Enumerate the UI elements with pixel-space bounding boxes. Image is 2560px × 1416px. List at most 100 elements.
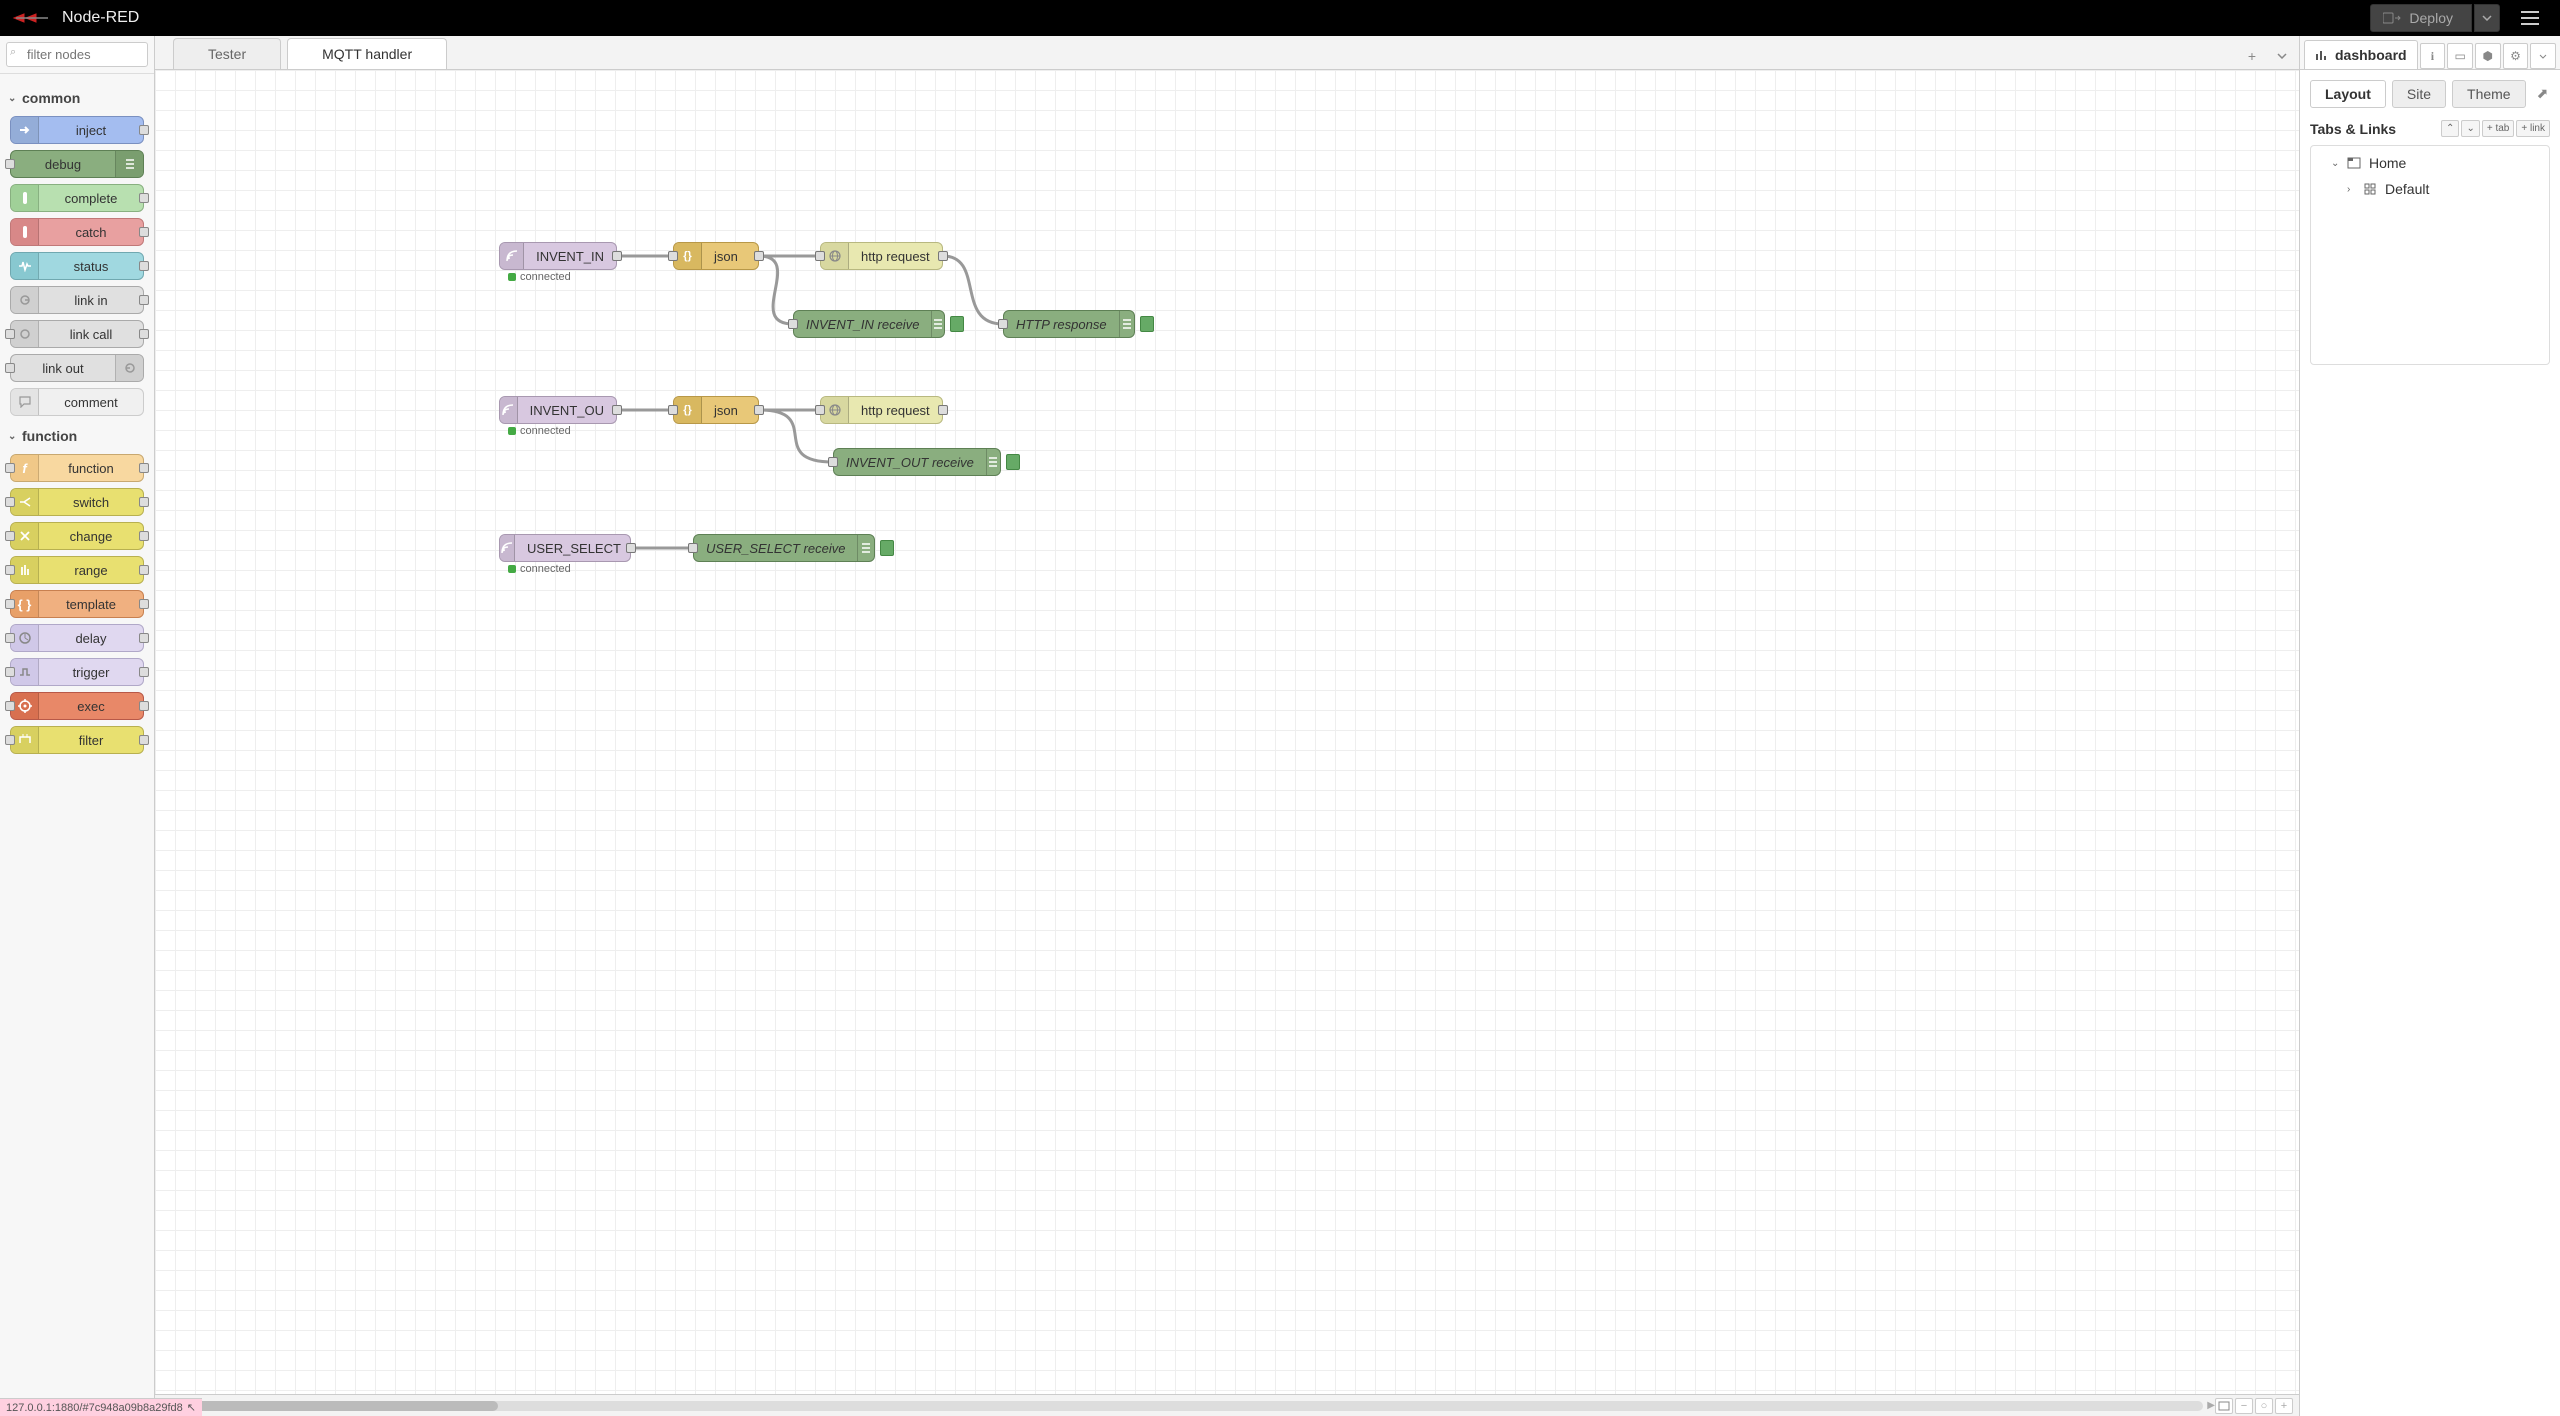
node-debug-invent-out-receive[interactable]: INVENT_OUT receive bbox=[833, 448, 1001, 476]
node-http-request-2[interactable]: http request bbox=[820, 396, 943, 424]
debug-icon bbox=[115, 151, 143, 177]
chevron-down-icon: ⌄ bbox=[2331, 158, 2345, 169]
sidebar-tab-dashboard[interactable]: dashboard bbox=[2304, 40, 2418, 69]
globe-icon bbox=[821, 243, 849, 269]
debug-toggle[interactable] bbox=[1006, 454, 1020, 470]
open-dashboard-button[interactable]: ⬈ bbox=[2532, 80, 2554, 108]
exec-icon bbox=[11, 693, 39, 719]
chevron-down-icon: ⌄ bbox=[2466, 123, 2474, 134]
dashboard-subtab-layout[interactable]: Layout bbox=[2310, 80, 2386, 108]
sidebar-dropdown-button[interactable] bbox=[2530, 43, 2556, 69]
palette-node-status[interactable]: status bbox=[10, 252, 144, 280]
chevron-down-icon bbox=[2482, 15, 2492, 21]
palette-node-function[interactable]: ffunction bbox=[10, 454, 144, 482]
palette-category-common[interactable]: ⌄ common bbox=[8, 86, 144, 110]
palette-node-debug[interactable]: debug bbox=[10, 150, 144, 178]
flow-canvas[interactable]: INVENT_IN connected {} json http request bbox=[155, 70, 2299, 1394]
delay-icon bbox=[11, 625, 39, 651]
mqtt-icon bbox=[500, 535, 515, 561]
debug-toggle[interactable] bbox=[950, 316, 964, 332]
template-icon: { } bbox=[11, 591, 39, 617]
mqtt-icon bbox=[500, 397, 518, 423]
palette-node-change[interactable]: change bbox=[10, 522, 144, 550]
filter-nodes-input[interactable] bbox=[6, 42, 148, 67]
plus-icon: + bbox=[2248, 48, 2256, 64]
catch-icon bbox=[11, 219, 39, 245]
palette-node-link-call[interactable]: link call bbox=[10, 320, 144, 348]
deploy-icon bbox=[2383, 11, 2401, 25]
collapse-all-button[interactable]: ⌃ bbox=[2441, 120, 2459, 137]
palette-node-delay[interactable]: delay bbox=[10, 624, 144, 652]
mqtt-icon bbox=[500, 243, 524, 269]
tab-tester[interactable]: Tester bbox=[173, 38, 281, 69]
workspace-tabs: Tester MQTT handler + bbox=[155, 36, 2299, 70]
scroll-right-icon[interactable]: ▶ bbox=[2207, 1400, 2215, 1411]
tree-item-home[interactable]: ⌄ Home bbox=[2311, 150, 2549, 176]
dashboard-subtab-theme[interactable]: Theme bbox=[2452, 80, 2526, 108]
debug-icon bbox=[986, 449, 1000, 475]
link-call-icon bbox=[11, 321, 39, 347]
palette-node-inject[interactable]: inject bbox=[10, 116, 144, 144]
popout-icon: ⬈ bbox=[2537, 85, 2549, 101]
menu-button[interactable] bbox=[2512, 0, 2548, 36]
cursor-icon: ↖ bbox=[187, 1401, 196, 1414]
sidebar-panel: dashboard i ▭ ⬢ ⚙ Layout Site Theme ⬈ Ta… bbox=[2300, 36, 2560, 1416]
palette-node-link-in[interactable]: link in bbox=[10, 286, 144, 314]
zoom-out-button[interactable]: − bbox=[2235, 1398, 2253, 1414]
palette-node-switch[interactable]: switch bbox=[10, 488, 144, 516]
tabs-menu-button[interactable] bbox=[2269, 43, 2295, 69]
node-json-1[interactable]: {} json bbox=[673, 242, 759, 270]
palette-node-catch[interactable]: catch bbox=[10, 218, 144, 246]
chevron-right-icon: › bbox=[2347, 184, 2361, 195]
debug-toggle[interactable] bbox=[880, 540, 894, 556]
palette-node-trigger[interactable]: trigger bbox=[10, 658, 144, 686]
hamburger-icon bbox=[2520, 10, 2540, 26]
sidebar-debug-button[interactable]: ⬢ bbox=[2475, 43, 2501, 69]
sidebar-help-button[interactable]: ▭ bbox=[2447, 43, 2473, 69]
deploy-dropdown[interactable] bbox=[2474, 4, 2500, 32]
switch-icon bbox=[11, 489, 39, 515]
zoom-reset-button[interactable]: ○ bbox=[2255, 1398, 2273, 1414]
json-icon: {} bbox=[674, 243, 702, 269]
expand-all-button[interactable]: ⌄ bbox=[2461, 120, 2479, 137]
node-json-2[interactable]: {} json bbox=[673, 396, 759, 424]
debug-icon bbox=[1119, 311, 1134, 337]
palette-node-link-out[interactable]: link out bbox=[10, 354, 144, 382]
logo-icon bbox=[12, 9, 52, 27]
palette-node-comment[interactable]: comment bbox=[10, 388, 144, 416]
palette-node-exec[interactable]: exec bbox=[10, 692, 144, 720]
add-tab-button[interactable]: + bbox=[2239, 43, 2265, 69]
node-debug-invent-in-receive[interactable]: INVENT_IN receive bbox=[793, 310, 945, 338]
navigator-button[interactable] bbox=[2215, 1398, 2233, 1414]
node-debug-http-response[interactable]: HTTP response bbox=[1003, 310, 1135, 338]
map-icon bbox=[2218, 1401, 2230, 1411]
debug-toggle[interactable] bbox=[1140, 316, 1154, 332]
node-debug-user-select-receive[interactable]: USER_SELECT receive bbox=[693, 534, 875, 562]
palette-node-template[interactable]: { }template bbox=[10, 590, 144, 618]
dashboard-subtab-site[interactable]: Site bbox=[2392, 80, 2446, 108]
zoom-in-button[interactable]: + bbox=[2275, 1398, 2293, 1414]
dashboard-tree: ⌄ Home › Default bbox=[2310, 145, 2550, 365]
tree-item-default[interactable]: › Default bbox=[2311, 176, 2549, 202]
palette-node-complete[interactable]: complete bbox=[10, 184, 144, 212]
node-invent-in[interactable]: INVENT_IN connected bbox=[499, 242, 617, 270]
add-link-button[interactable]: + link bbox=[2516, 120, 2550, 137]
palette-node-filter[interactable]: filter bbox=[10, 726, 144, 754]
palette-node-range[interactable]: range bbox=[10, 556, 144, 584]
info-icon: i bbox=[2431, 49, 2434, 64]
canvas-footer: ◀ ▶ − ○ + bbox=[155, 1394, 2299, 1416]
sidebar-info-button[interactable]: i bbox=[2420, 43, 2446, 69]
node-invent-ou[interactable]: INVENT_OU connected bbox=[499, 396, 617, 424]
node-user-select[interactable]: USER_SELECT connected bbox=[499, 534, 631, 562]
gear-icon: ⚙ bbox=[2510, 49, 2521, 63]
horizontal-scrollbar[interactable] bbox=[173, 1401, 2204, 1411]
json-icon: {} bbox=[674, 397, 702, 423]
book-icon: ▭ bbox=[2454, 49, 2465, 63]
tab-mqtt-handler[interactable]: MQTT handler bbox=[287, 38, 447, 69]
deploy-button[interactable]: Deploy bbox=[2370, 4, 2472, 32]
sidebar-config-button[interactable]: ⚙ bbox=[2503, 43, 2529, 69]
add-tab-button[interactable]: + tab bbox=[2482, 120, 2515, 137]
node-http-request-1[interactable]: http request bbox=[820, 242, 943, 270]
palette-category-function[interactable]: ⌄ function bbox=[8, 424, 144, 448]
search-icon: ⌕ bbox=[10, 46, 16, 59]
